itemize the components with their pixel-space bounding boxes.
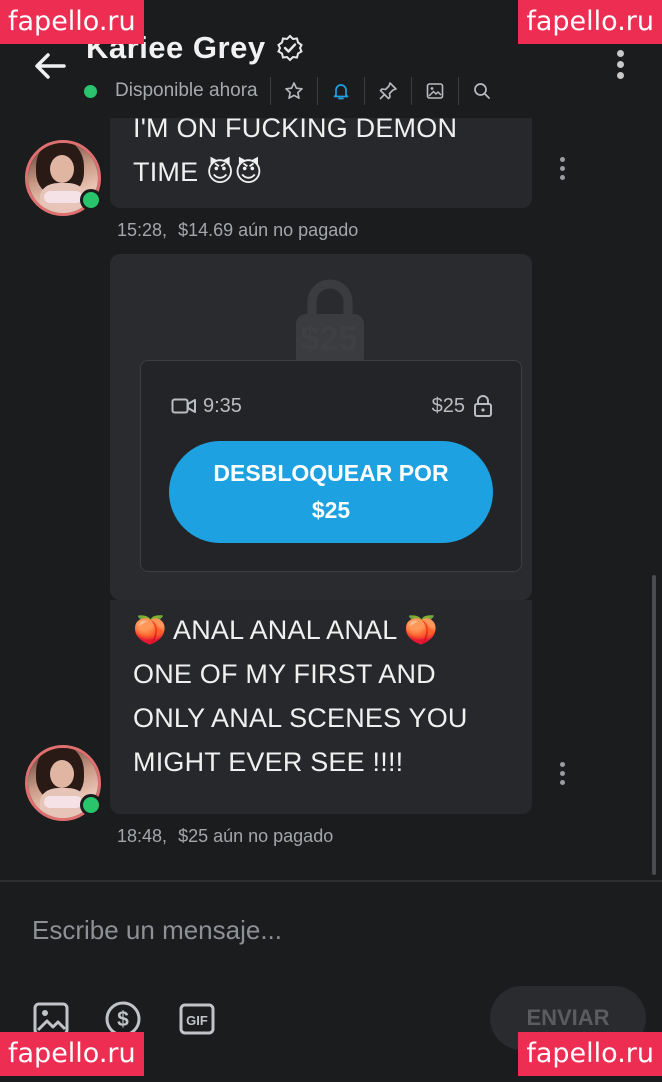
lock-icon (474, 395, 492, 417)
message-input[interactable] (30, 904, 634, 956)
price-text: $25 (431, 394, 465, 417)
svg-text:$: $ (117, 1008, 129, 1031)
divider (269, 77, 271, 105)
watermark: fapello.ru (518, 0, 662, 44)
duration-text: 9:35 (203, 394, 242, 417)
pin-icon[interactable] (377, 80, 399, 102)
svg-text:GIF: GIF (186, 1013, 208, 1028)
divider (363, 77, 365, 105)
unlock-button-label-line1: DESBLOQUEAR POR (213, 460, 449, 486)
message-line: ONE OF MY FIRST AND (133, 659, 436, 689)
search-icon[interactable] (471, 80, 493, 102)
star-icon[interactable] (283, 80, 305, 102)
message-options-icon[interactable] (558, 762, 566, 788)
message-time: 15:28, (117, 220, 168, 240)
watermark: fapello.ru (0, 1032, 144, 1076)
avatar[interactable] (25, 140, 102, 216)
divider (410, 77, 412, 105)
locked-price-overlay: $25 (300, 320, 358, 358)
message-options-icon[interactable] (558, 157, 566, 183)
message-line: MIGHT EVER SEE !!!! (133, 747, 404, 777)
payment-status: $14.69 aún no pagado (178, 220, 359, 240)
message-list: I'M ON FUCKING DEMON TIME 😈😈 15:28, $14.… (0, 118, 662, 880)
more-options-icon[interactable] (612, 50, 628, 86)
bell-icon[interactable] (330, 80, 352, 102)
message-line: 🍑 ANAL ANAL ANAL 🍑 (133, 615, 438, 645)
message-meta: 15:28, $14.69 aún no pagado (117, 220, 358, 241)
back-arrow-icon[interactable] (30, 46, 70, 86)
online-indicator (80, 189, 102, 211)
message-line: TIME 😈😈 (133, 157, 263, 187)
verified-badge-icon (276, 34, 303, 62)
gif-icon[interactable]: GIF (178, 1000, 216, 1038)
message-meta: 18:48, $25 aún no pagado (117, 826, 333, 847)
divider (316, 77, 318, 105)
scrollbar[interactable] (652, 575, 656, 875)
unlock-button-label-line2: $25 (311, 497, 351, 523)
media-info-row: 9:35 $25 (171, 391, 493, 421)
unlock-card: 9:35 $25 DESBLOQUEAR POR $25 (140, 360, 522, 572)
avatar[interactable] (25, 745, 102, 821)
video-camera-icon (171, 398, 196, 414)
online-indicator (80, 794, 102, 816)
divider (457, 77, 459, 105)
availability-status: Disponible ahora (115, 80, 258, 101)
message-line: ONLY ANAL SCENES YOU (133, 703, 468, 733)
status-row: Disponible ahora (84, 74, 493, 108)
locked-media: $25 9:35 $25 DESBLOQUEAR POR $25 (110, 254, 532, 600)
watermark: fapello.ru (518, 1032, 662, 1076)
message-line: I'M ON FUCKING DEMON (133, 118, 458, 143)
unlock-button[interactable]: DESBLOQUEAR POR $25 (169, 441, 493, 543)
message-text: 🍑 ANAL ANAL ANAL 🍑 ONE OF MY FIRST AND O… (133, 608, 468, 784)
message-text: I'M ON FUCKING DEMON TIME 😈😈 (133, 118, 457, 194)
message-time: 18:48, (117, 826, 168, 846)
watermark: fapello.ru (0, 0, 144, 44)
online-indicator (84, 84, 97, 98)
media-price: $25 (432, 394, 493, 418)
payment-status: $25 aún no pagado (178, 826, 334, 846)
image-gallery-icon[interactable] (424, 80, 446, 102)
message-bubble: 🍑 ANAL ANAL ANAL 🍑 ONE OF MY FIRST AND O… (110, 600, 532, 814)
message-bubble: I'M ON FUCKING DEMON TIME 😈😈 (110, 118, 532, 208)
video-duration: 9:35 (171, 395, 242, 418)
